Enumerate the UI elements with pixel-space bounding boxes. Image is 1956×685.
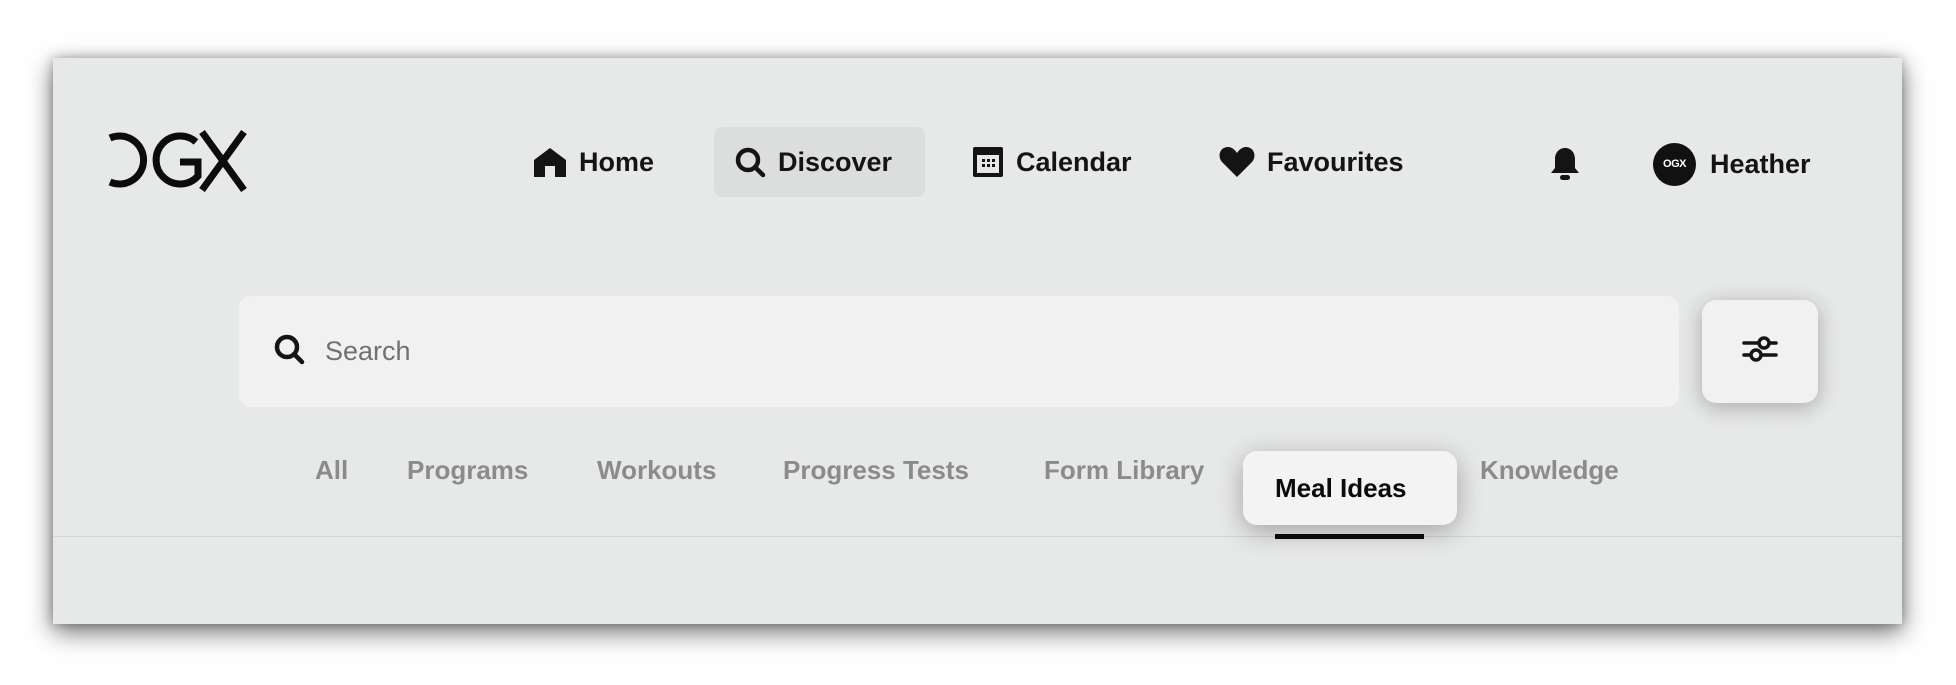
- tab-all[interactable]: All: [315, 450, 348, 490]
- user-name: Heather: [1710, 148, 1811, 179]
- tab-form-library[interactable]: Form Library: [1044, 450, 1204, 490]
- avatar-logo: OGX: [1663, 158, 1686, 170]
- nav-item-label: Calendar: [1016, 146, 1132, 177]
- bell-icon[interactable]: [1547, 144, 1583, 184]
- nav-item-home[interactable]: Home: [513, 127, 674, 197]
- nav-item-calendar[interactable]: Calendar: [952, 127, 1152, 197]
- user-menu[interactable]: OGX Heather: [1653, 140, 1811, 188]
- ogx-logo[interactable]: [104, 128, 250, 193]
- nav-item-favourites[interactable]: Favourites: [1199, 127, 1424, 197]
- search-input[interactable]: [325, 336, 1625, 367]
- tab-programs[interactable]: Programs: [407, 450, 528, 490]
- tab-workouts[interactable]: Workouts: [597, 450, 716, 490]
- nav-item-label: Favourites: [1267, 146, 1404, 177]
- filter-button[interactable]: [1702, 300, 1818, 403]
- tab-knowledge[interactable]: Knowledge: [1480, 450, 1619, 490]
- avatar: OGX: [1653, 142, 1696, 186]
- sliders-icon: [1742, 334, 1778, 369]
- tabs-divider: [53, 536, 1902, 537]
- tab-meal-ideas[interactable]: Meal Ideas: [1243, 451, 1457, 525]
- active-tab-indicator: [1275, 534, 1424, 539]
- app-window: Home Discover Calendar Favourites OGX He…: [53, 58, 1902, 624]
- nav-item-label: Discover: [778, 146, 893, 177]
- nav-item-discover[interactable]: Discover: [714, 127, 925, 197]
- search-icon: [273, 333, 305, 370]
- home-icon: [533, 146, 567, 178]
- tab-progress-tests[interactable]: Progress Tests: [783, 450, 969, 490]
- search-bar[interactable]: [239, 296, 1679, 407]
- heart-icon: [1219, 146, 1255, 178]
- calendar-icon: [972, 146, 1004, 178]
- search-icon: [734, 146, 766, 178]
- nav-item-label: Home: [579, 146, 655, 177]
